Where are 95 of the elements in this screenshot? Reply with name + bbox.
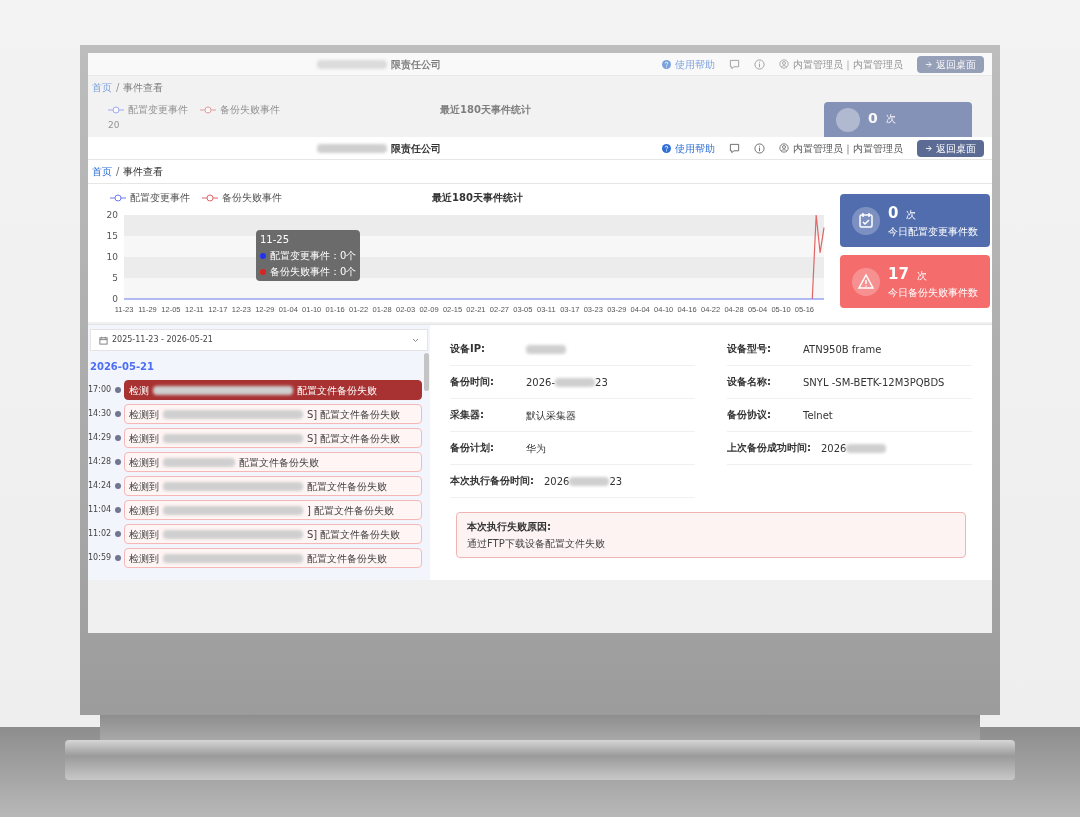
event-item[interactable]: 检测到 配置文件备份失败 xyxy=(124,476,422,496)
field-label: 设备IP: xyxy=(450,342,487,356)
field-label: 设备型号: xyxy=(727,342,772,356)
field-value: 2026 xyxy=(544,474,570,489)
event-item[interactable]: 检测到 S] 配置文件备份失败 xyxy=(124,428,422,448)
user-icon xyxy=(779,59,789,69)
company-name: 限责任公司 xyxy=(391,141,441,156)
legend-line-icon xyxy=(200,105,216,114)
help-link[interactable]: 使用帮助 xyxy=(662,140,715,156)
event-time: 17:00 xyxy=(88,384,112,396)
card-label: 今日配置变更事件数 xyxy=(888,225,978,240)
card-icon xyxy=(836,108,860,132)
chart-title: 最近180天事件统计 xyxy=(432,191,523,205)
y-tick: 10 xyxy=(106,252,118,262)
event-item[interactable]: 检测到 S] 配置文件备份失败 xyxy=(124,524,422,544)
event-time: 14:30 xyxy=(88,408,112,420)
field-label: 备份时间: xyxy=(450,375,495,389)
field-value: 华为 xyxy=(526,441,546,456)
field-label: 备份计划: xyxy=(450,441,495,455)
redacted-blur xyxy=(317,143,387,153)
redacted-blur xyxy=(317,59,387,69)
date-range-picker[interactable]: 2025-11-23 - 2026-05-21 xyxy=(90,329,428,351)
field-value: 2026 xyxy=(821,441,847,456)
breadcrumb-link[interactable]: 首页 xyxy=(92,164,112,179)
y-tick: 20 xyxy=(106,210,118,220)
breadcrumb-separator: / xyxy=(116,80,120,95)
event-item[interactable]: 检测到 ] 配置文件备份失败 xyxy=(124,500,422,520)
field-label: 上次备份成功时间: xyxy=(727,441,811,455)
failure-title: 本次执行失败原因: xyxy=(467,520,552,534)
arrow-icon xyxy=(925,144,932,152)
field-label: 设备名称: xyxy=(727,375,772,389)
event-time: 10:59 xyxy=(88,552,112,564)
legend-label: 备份失败事件 xyxy=(220,103,280,117)
field-value: 23 xyxy=(595,375,608,390)
info-icon[interactable] xyxy=(754,142,765,154)
chart-title: 最近180天事件统计 xyxy=(440,103,531,117)
field-value: Telnet xyxy=(803,408,833,423)
event-time: 14:28 xyxy=(88,456,112,468)
breadcrumb-current: 事件查看 xyxy=(123,80,164,95)
event-item[interactable]: 检测 配置文件备份失败 xyxy=(124,380,422,400)
card-value: 0 xyxy=(868,109,878,128)
card-unit: 次 xyxy=(916,268,927,283)
card-value: 17 xyxy=(888,263,909,285)
field-label: 本次执行备份时间: xyxy=(450,474,534,488)
help-icon xyxy=(662,59,671,69)
help-icon xyxy=(662,143,671,153)
tooltip-text: 备份失败事件：0个 xyxy=(270,265,357,279)
card-unit: 次 xyxy=(885,112,896,126)
field-value: 2026- xyxy=(526,375,556,390)
date-heading: 2026-05-21 xyxy=(89,360,155,374)
card-label: 今日备份失败事件数 xyxy=(888,286,978,301)
user-menu[interactable]: 内置管理员｜内置管理员 xyxy=(779,140,903,156)
y-tick: 15 xyxy=(106,231,118,241)
legend-line-icon xyxy=(202,193,218,202)
legend-label: 配置变更事件 xyxy=(128,103,188,117)
calendar-icon xyxy=(852,206,880,235)
message-icon[interactable] xyxy=(729,58,740,70)
event-item[interactable]: 检测到 配置文件备份失败 xyxy=(124,452,422,472)
company-name: 限责任公司 xyxy=(391,57,441,72)
info-icon[interactable] xyxy=(754,58,765,70)
legend-line-icon xyxy=(110,193,126,202)
card-value: 0 xyxy=(888,202,899,224)
event-item[interactable]: 检测到 S] 配置文件备份失败 xyxy=(124,404,422,424)
failure-reason: 通过FTP下载设备配置文件失败 xyxy=(467,537,606,551)
field-value: 默认采集器 xyxy=(526,408,576,423)
y-tick: 20 xyxy=(108,119,121,132)
field-label: 备份协议: xyxy=(727,408,772,422)
breadcrumb-current: 事件查看 xyxy=(123,165,164,179)
y-tick: 5 xyxy=(112,273,118,283)
event-time: 14:29 xyxy=(88,432,112,444)
event-time: 11:02 xyxy=(88,528,112,540)
event-item[interactable]: 检测到 配置文件备份失败 xyxy=(124,548,422,568)
warning-icon xyxy=(852,267,880,296)
field-value: SNYL -SM-BETK-12M3PQBDS xyxy=(803,375,945,390)
arrow-icon xyxy=(925,60,932,68)
field-value: ATN950B frame xyxy=(803,342,882,357)
field-value: 23 xyxy=(609,474,623,489)
legend-label: 备份失败事件 xyxy=(222,191,282,205)
field-label: 采集器: xyxy=(450,408,485,422)
user-icon xyxy=(779,143,789,153)
message-icon[interactable] xyxy=(729,142,740,154)
legend-line-icon xyxy=(108,105,124,114)
redacted-blur xyxy=(163,457,235,467)
y-tick: 0 xyxy=(112,294,118,304)
event-time: 11:04 xyxy=(88,504,112,516)
chevron-down-icon xyxy=(412,337,419,343)
legend-label: 配置变更事件 xyxy=(130,191,190,205)
return-desktop-button[interactable]: 返回桌面 xyxy=(917,139,984,157)
breadcrumb-separator: / xyxy=(116,165,120,179)
calendar-icon xyxy=(99,335,108,345)
scrollbar xyxy=(424,353,429,391)
event-time: 14:24 xyxy=(88,480,112,492)
card-unit: 次 xyxy=(906,207,917,222)
tooltip-title: 11-25 xyxy=(260,233,291,247)
tooltip-text: 配置变更事件：0个 xyxy=(270,249,357,263)
